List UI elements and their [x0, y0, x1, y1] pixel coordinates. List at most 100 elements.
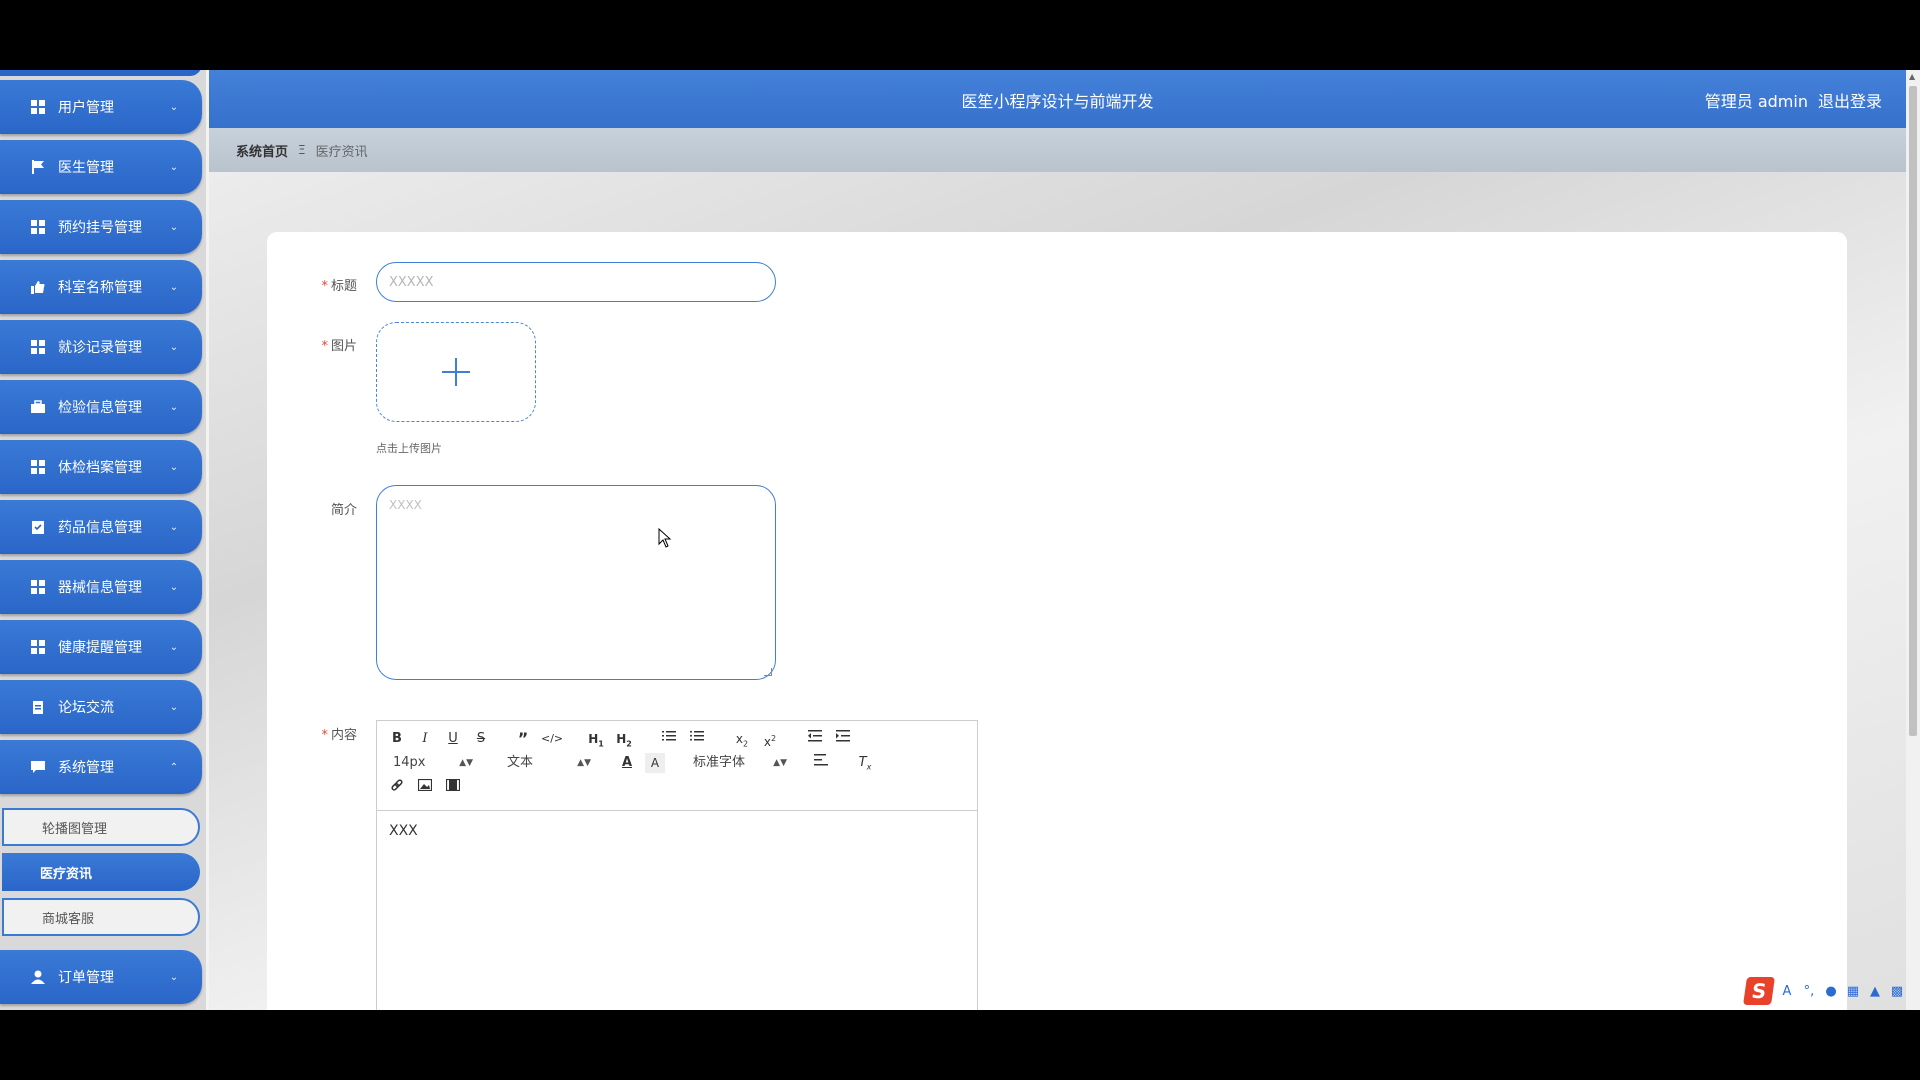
sidebar-item-checkup-files[interactable]: 体检档案管理 ⌄	[0, 440, 202, 494]
sidebar-item-label: 器械信息管理	[58, 580, 142, 596]
skin-icon[interactable]: ▲	[1867, 984, 1883, 999]
scroll-up-icon[interactable]: ▲	[1909, 72, 1915, 81]
top-header: 医笙小程序设计与前端开发 管理员 admin 退出登录	[209, 70, 1906, 128]
select-arrows-icon: ▲▼	[577, 758, 591, 768]
sidebar-item-label: 预约挂号管理	[58, 220, 142, 236]
font-family-select[interactable]: 标准字体 ▲▼	[693, 753, 787, 773]
grid-icon	[30, 99, 46, 115]
sidebar-item-health-reminders[interactable]: 健康提醒管理 ⌄	[0, 620, 202, 674]
sidebar-item-lab-info[interactable]: 检验信息管理 ⌄	[0, 380, 202, 434]
video-icon[interactable]	[443, 778, 463, 798]
select-arrows-icon: ▲▼	[459, 758, 473, 768]
image-icon[interactable]	[415, 778, 435, 798]
resize-handle[interactable]	[764, 668, 772, 676]
heading1-icon[interactable]: H1	[586, 729, 606, 749]
sidebar-item-label: 订单管理	[58, 970, 114, 986]
ordered-list-icon[interactable]	[659, 729, 679, 749]
superscript-icon[interactable]: x2	[760, 729, 780, 749]
bold-icon[interactable]: B	[387, 729, 407, 749]
italic-icon[interactable]: I	[415, 729, 435, 749]
chevron-down-icon: ⌄	[169, 101, 179, 113]
title-input[interactable]: XXXXX	[376, 262, 776, 302]
block-type-select[interactable]: 文本 ▲▼	[507, 753, 591, 773]
indent-icon[interactable]	[833, 729, 853, 749]
sidebar-item-label: 系统管理	[58, 760, 114, 776]
sidebar-item-departments[interactable]: 科室名称管理 ⌄	[0, 260, 202, 314]
sidebar-item-label: 健康提醒管理	[58, 640, 142, 656]
intro-textarea[interactable]: XXXX	[376, 485, 776, 680]
microphone-icon[interactable]: ●	[1823, 984, 1839, 999]
underline-icon[interactable]: U	[443, 729, 463, 749]
sidebar-item-drug-info[interactable]: 药品信息管理 ⌄	[0, 500, 202, 554]
intro-placeholder: XXXX	[389, 498, 422, 512]
font-size-select[interactable]: 14px ▲▼	[393, 753, 473, 773]
chevron-down-icon: ⌄	[169, 521, 179, 533]
grid-icon	[30, 459, 46, 475]
grid-icon	[30, 219, 46, 235]
sidebar-item-appointments[interactable]: 预约挂号管理 ⌄	[0, 200, 202, 254]
sidebar-top-item-edge	[0, 70, 202, 76]
sidebar-subitem-medical-news[interactable]: 医疗资讯	[2, 853, 200, 891]
main-content: * 标题 XXXXX * 图片 点击上传图片 简介 XXXX * 内容 B I U S…	[209, 172, 1906, 1010]
chat-icon	[30, 759, 46, 775]
keyboard-icon[interactable]: ▦	[1845, 984, 1861, 999]
heading2-icon[interactable]: H2	[614, 729, 634, 749]
scrollbar-thumb[interactable]	[1909, 86, 1917, 736]
sidebar-item-forum[interactable]: 论坛交流 ⌄	[0, 680, 202, 734]
sidebar-item-users[interactable]: 用户管理 ⌄	[0, 80, 202, 134]
image-upload-button[interactable]	[376, 322, 536, 422]
editor-content-area[interactable]: XXX	[377, 811, 977, 851]
bullet-list-icon[interactable]	[687, 729, 707, 749]
sogou-ime-icon[interactable]: S	[1743, 977, 1775, 1005]
background-color-icon[interactable]: A	[645, 753, 665, 773]
mouse-cursor-icon	[658, 528, 672, 548]
chevron-down-icon: ⌄	[169, 221, 179, 233]
chevron-down-icon: ⌄	[169, 161, 179, 173]
admin-label: 管理员 admin	[1704, 92, 1808, 111]
sidebar-subitem-customer-service[interactable]: 商城客服	[2, 898, 200, 936]
sidebar-item-device-info[interactable]: 器械信息管理 ⌄	[0, 560, 202, 614]
image-label: * 图片	[321, 339, 357, 354]
sidebar: 用户管理 ⌄ 医生管理 ⌄ 预约挂号管理 ⌄ 科室名称管理 ⌄ 就诊记录管理 ⌄…	[0, 70, 206, 1010]
chevron-down-icon: ⌄	[169, 341, 179, 353]
breadcrumb: 系统首页 Ξ 医疗资讯	[209, 128, 1906, 172]
sidebar-item-orders[interactable]: 订单管理 ⌄	[0, 950, 202, 1004]
sidebar-item-visit-records[interactable]: 就诊记录管理 ⌄	[0, 320, 202, 374]
title-label: * 标题	[321, 279, 357, 294]
ime-mode-icon[interactable]: A	[1779, 984, 1795, 999]
outdent-icon[interactable]	[805, 729, 825, 749]
sidebar-item-doctors[interactable]: 医生管理 ⌄	[0, 140, 202, 194]
clear-format-icon[interactable]: Tx	[855, 753, 875, 773]
ime-menu-icon[interactable]: ▩	[1889, 984, 1905, 999]
align-icon[interactable]	[811, 753, 831, 773]
briefcase-icon	[30, 399, 46, 415]
thumbs-up-icon	[30, 279, 46, 295]
page-scrollbar[interactable]: ▲	[1906, 70, 1920, 1010]
app-title: 医笙小程序设计与前端开发	[961, 92, 1154, 111]
logout-link[interactable]: 退出登录	[1818, 92, 1882, 111]
form-card: * 标题 XXXXX * 图片 点击上传图片 简介 XXXX * 内容 B I U S…	[267, 232, 1847, 1010]
code-icon[interactable]: </>	[541, 729, 563, 749]
sidebar-item-label: 科室名称管理	[58, 280, 142, 296]
chevron-down-icon: ⌄	[169, 641, 179, 653]
subscript-icon[interactable]: x2	[732, 729, 752, 749]
sidebar-item-label: 医生管理	[58, 160, 114, 176]
grid-icon	[30, 339, 46, 355]
chevron-down-icon: ⌄	[169, 971, 179, 983]
chevron-down-icon: ⌄	[169, 581, 179, 593]
blockquote-icon[interactable]: ”	[513, 729, 533, 749]
ime-toolbar: S A °, ● ▦ ▲ ▩	[1743, 976, 1920, 1006]
link-icon[interactable]	[387, 778, 407, 798]
grid-icon	[30, 639, 46, 655]
ime-punctuation-icon[interactable]: °,	[1801, 984, 1817, 999]
sidebar-subitem-carousel[interactable]: 轮播图管理	[2, 808, 200, 846]
user-area: 管理员 admin 退出登录	[1695, 88, 1882, 112]
sidebar-item-label: 检验信息管理	[58, 400, 142, 416]
strikethrough-icon[interactable]: S	[471, 729, 491, 749]
text-color-icon[interactable]: A	[617, 753, 637, 773]
editor-toolbar: B I U S ” </> H1 H2 x2 x2 14px▲▼ 文本▲▼	[377, 721, 977, 811]
sidebar-item-label: 就诊记录管理	[58, 340, 142, 356]
breadcrumb-home[interactable]: 系统首页	[236, 141, 288, 160]
breadcrumb-current: 医疗资讯	[315, 144, 368, 160]
sidebar-item-system[interactable]: 系统管理 ⌃	[0, 740, 202, 794]
